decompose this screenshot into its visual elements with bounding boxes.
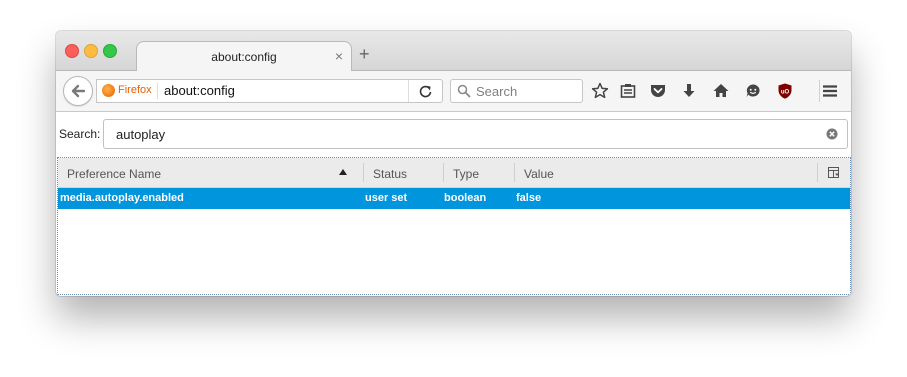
navigation-toolbar: Firefox about:config Search uO [56, 71, 851, 112]
column-picker-icon[interactable] [827, 166, 840, 179]
title-bar: about:config × + [56, 31, 851, 72]
back-button[interactable] [63, 76, 93, 106]
table-header: Preference Name Status Type Value [58, 158, 850, 188]
sort-ascending-icon [339, 169, 347, 175]
zoom-window-button[interactable] [103, 44, 117, 58]
back-icon [71, 84, 86, 98]
url-bar[interactable]: Firefox about:config [96, 79, 443, 103]
bookmark-star-icon[interactable] [590, 81, 610, 101]
pocket-icon[interactable] [648, 81, 668, 101]
reload-button[interactable] [408, 80, 443, 102]
column-divider[interactable] [514, 163, 515, 182]
firefox-logo-icon [102, 84, 115, 97]
search-icon [457, 84, 471, 98]
preference-type-cell: boolean [444, 192, 487, 204]
reload-icon [419, 85, 432, 98]
filter-value[interactable]: autoplay [116, 127, 165, 142]
tab-close-icon[interactable]: × [335, 48, 343, 64]
column-divider[interactable] [443, 163, 444, 182]
search-bar[interactable]: Search [450, 79, 583, 103]
hello-icon[interactable] [743, 81, 763, 101]
tab-about-config[interactable]: about:config × [136, 41, 352, 72]
new-tab-button[interactable]: + [359, 44, 370, 65]
reading-list-icon[interactable] [618, 81, 638, 101]
close-window-button[interactable] [65, 44, 79, 58]
clear-filter-icon[interactable] [826, 128, 838, 140]
column-divider [817, 163, 818, 182]
preference-name-cell: media.autoplay.enabled [60, 192, 184, 204]
download-icon[interactable] [679, 81, 699, 101]
svg-text:uO: uO [781, 90, 790, 96]
column-header-preference-name[interactable]: Preference Name [67, 167, 161, 181]
url-input[interactable]: about:config [164, 83, 235, 98]
tab-title: about:config [211, 50, 277, 64]
url-separator [157, 83, 158, 99]
column-header-status[interactable]: Status [373, 167, 407, 181]
column-header-value[interactable]: Value [524, 167, 554, 181]
preferences-table[interactable]: Preference Name Status Type Value media.… [57, 157, 851, 295]
about-config-page: Search: autoplay Preference Name Status … [56, 112, 851, 296]
filter-input[interactable]: autoplay [103, 119, 848, 149]
identity-label[interactable]: Firefox [118, 84, 152, 96]
search-placeholder: Search [476, 84, 518, 99]
minimize-window-button[interactable] [84, 44, 98, 58]
column-header-type[interactable]: Type [453, 167, 479, 181]
column-divider[interactable] [363, 163, 364, 182]
table-row[interactable]: media.autoplay.enabled user set boolean … [58, 188, 850, 209]
preference-status-cell: user set [365, 192, 408, 204]
menu-icon[interactable] [820, 81, 840, 101]
preference-value-cell: false [516, 192, 542, 204]
ublock-icon[interactable]: uO [775, 81, 795, 101]
filter-label: Search: [59, 127, 101, 141]
browser-window: about:config × + Firefox about:config Se… [56, 31, 851, 296]
home-icon[interactable] [711, 81, 731, 101]
